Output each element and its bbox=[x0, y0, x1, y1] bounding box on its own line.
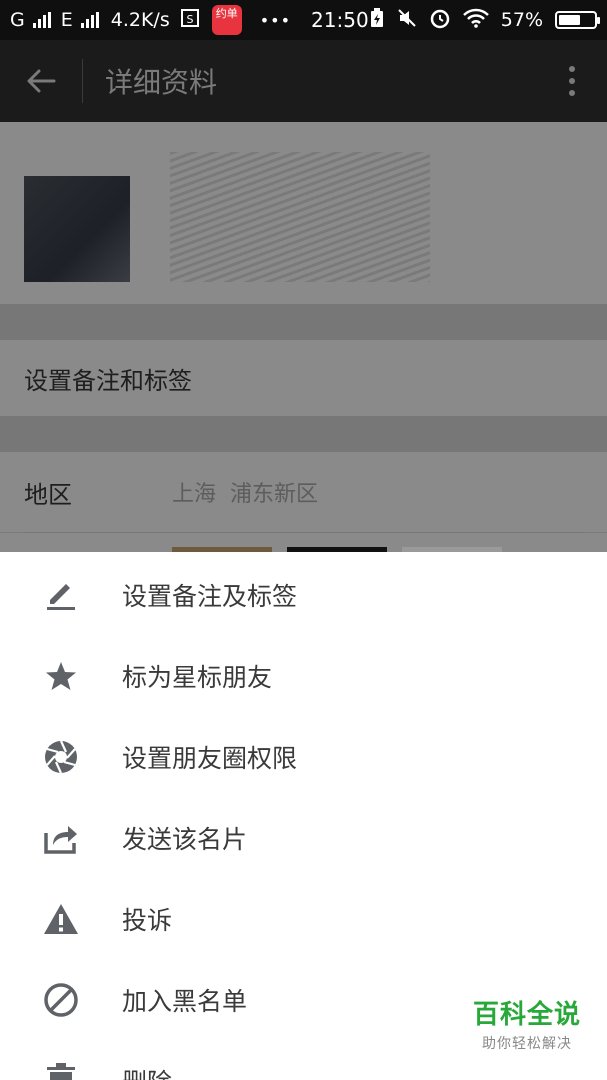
wifi-icon bbox=[462, 8, 489, 33]
profile-card bbox=[0, 122, 607, 304]
menu-item-moments-permission[interactable]: 设置朋友圈权限 bbox=[0, 716, 607, 797]
block-icon bbox=[40, 979, 82, 1021]
watermark-subtitle: 助你轻松解决 bbox=[481, 1036, 572, 1052]
trash-icon bbox=[40, 1060, 82, 1080]
clock: 21:50 bbox=[311, 8, 369, 32]
status-bar: G E 4.2K/s S 约单 ••• 21:50 57% bbox=[0, 0, 607, 40]
signal-1-icon bbox=[32, 12, 51, 28]
more-vertical-icon bbox=[569, 66, 575, 96]
more-notifications-icon: ••• bbox=[259, 10, 292, 30]
section-gap bbox=[0, 416, 607, 452]
menu-item-label: 删除 bbox=[122, 1063, 172, 1080]
menu-item-label: 设置朋友圈权限 bbox=[122, 743, 298, 773]
region-value: 上海 浦东新区 bbox=[172, 476, 318, 508]
watermark-title: 百科全说 bbox=[472, 1000, 581, 1030]
menu-item-label: 设置备注及标签 bbox=[122, 581, 298, 611]
menu-item-label: 投诉 bbox=[122, 905, 173, 935]
app-notification-icon: 约单 bbox=[211, 5, 242, 35]
share-icon bbox=[40, 817, 82, 859]
section-gap bbox=[0, 304, 607, 340]
remark-row[interactable]: 设置备注和标签 bbox=[0, 340, 607, 416]
mute-icon bbox=[397, 8, 417, 33]
carrier-2-label: E bbox=[60, 9, 73, 31]
menu-item-star-friend[interactable]: 标为星标朋友 bbox=[0, 635, 607, 716]
region-district: 浦东新区 bbox=[230, 482, 319, 507]
net-speed: 4.2K/s bbox=[110, 9, 170, 31]
back-arrow-icon bbox=[27, 69, 56, 93]
redacted-profile-info bbox=[170, 152, 430, 282]
watermark-logo: 百科全说 助你轻松解决 bbox=[473, 994, 581, 1053]
signal-2-icon bbox=[80, 12, 99, 28]
remark-row-label: 设置备注和标签 bbox=[24, 366, 192, 395]
region-label: 地区 bbox=[24, 480, 72, 509]
star-icon bbox=[40, 655, 82, 697]
aperture-icon bbox=[40, 736, 82, 778]
region-row: 地区 上海 浦东新区 bbox=[0, 452, 607, 532]
toolbar: 详细资料 bbox=[0, 40, 607, 122]
menu-item-label: 发送该名片 bbox=[122, 824, 248, 854]
carrier-1-label: G bbox=[10, 9, 25, 31]
region-province: 上海 bbox=[172, 482, 217, 507]
menu-item-label: 加入黑名单 bbox=[122, 986, 248, 1016]
toolbar-divider bbox=[82, 59, 83, 103]
album-row[interactable] bbox=[0, 533, 607, 552]
menu-item-send-card[interactable]: 发送该名片 bbox=[0, 797, 607, 878]
sim-icon: S bbox=[180, 8, 200, 33]
page-title: 详细资料 bbox=[105, 66, 218, 99]
menu-item-set-remark[interactable]: 设置备注及标签 bbox=[0, 554, 607, 635]
edit-icon bbox=[40, 574, 82, 616]
battery-icon bbox=[555, 11, 600, 29]
back-button[interactable] bbox=[0, 40, 82, 122]
alarm-icon bbox=[429, 7, 451, 34]
avatar[interactable] bbox=[24, 176, 130, 282]
menu-item-label: 标为星标朋友 bbox=[122, 662, 273, 692]
menu-item-report[interactable]: 投诉 bbox=[0, 878, 607, 959]
battery-percent: 57% bbox=[500, 9, 543, 31]
svg-text:S: S bbox=[186, 13, 193, 26]
more-options-button[interactable] bbox=[537, 40, 607, 122]
warning-icon bbox=[40, 898, 82, 940]
battery-saver-icon bbox=[369, 7, 385, 33]
